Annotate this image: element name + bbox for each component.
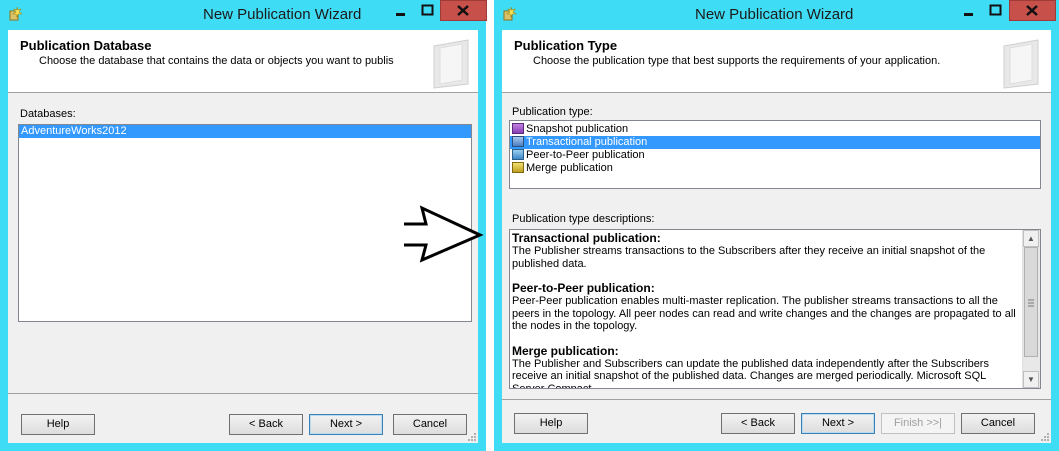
maximize-button[interactable]	[414, 0, 441, 21]
transactional-publication-icon	[512, 136, 524, 147]
cancel-button[interactable]: Cancel	[961, 413, 1035, 434]
maximize-button[interactable]	[982, 0, 1009, 21]
maximize-icon	[421, 4, 434, 16]
back-button[interactable]: < Back	[721, 413, 795, 434]
resize-grip-icon[interactable]	[1040, 432, 1049, 441]
wizard-banner-icon	[1003, 39, 1039, 89]
close-button[interactable]	[440, 0, 487, 21]
wizard-app-icon	[9, 6, 23, 21]
publication-type-list[interactable]: Snapshot publication Transactional publi…	[509, 120, 1041, 189]
descriptions-text: Transactional publication: The Publisher…	[512, 232, 1020, 389]
scroll-thumb[interactable]	[1024, 247, 1038, 357]
title-bar[interactable]: New Publication Wizard	[0, 0, 487, 30]
scroll-down-button[interactable]: ▼	[1023, 371, 1039, 388]
footer-divider	[502, 399, 1051, 400]
close-button[interactable]	[1009, 0, 1056, 21]
page-title: Publication Database	[20, 38, 152, 53]
title-bar[interactable]: New Publication Wizard	[494, 0, 1059, 30]
minimize-icon	[396, 13, 405, 16]
publication-type-item-snapshot[interactable]: Snapshot publication	[510, 123, 1040, 136]
window-title: New Publication Wizard	[203, 6, 362, 23]
publication-type-descriptions[interactable]: Transactional publication: The Publisher…	[509, 229, 1041, 389]
peer-to-peer-publication-icon	[512, 149, 524, 160]
wizard-header: Publication Type Choose the publication …	[502, 30, 1051, 93]
minimize-icon	[964, 13, 973, 16]
description-transactional: Transactional publication: The Publisher…	[512, 231, 986, 270]
help-button[interactable]: Help	[514, 413, 588, 434]
arrow-right-icon	[404, 205, 484, 263]
maximize-icon	[989, 4, 1002, 16]
next-button[interactable]: Next >	[309, 414, 383, 435]
wizard-banner-icon	[433, 39, 469, 89]
publication-type-item-merge[interactable]: Merge publication	[510, 162, 1040, 175]
wizard-header: Publication Database Choose the database…	[8, 30, 478, 93]
descriptions-scrollbar[interactable]: ▲ ▼	[1022, 230, 1040, 388]
scroll-up-button[interactable]: ▲	[1023, 230, 1039, 247]
page-description: Choose the publication type that best su…	[533, 55, 941, 67]
close-icon	[1026, 5, 1038, 16]
minimize-button[interactable]	[387, 0, 414, 21]
publication-type-item-peer-to-peer[interactable]: Peer-to-Peer publication	[510, 149, 1040, 162]
wizard-client-area: Publication Type Choose the publication …	[502, 30, 1051, 443]
page-description: Choose the database that contains the da…	[39, 55, 394, 67]
resize-grip-icon[interactable]	[467, 432, 476, 441]
description-peer-to-peer: Peer-to-Peer publication: Peer-Peer publ…	[512, 281, 1016, 333]
merge-publication-icon	[512, 162, 524, 173]
grip-lines-icon	[1028, 299, 1034, 307]
database-item[interactable]: AdventureWorks2012	[19, 125, 471, 138]
next-button[interactable]: Next >	[801, 413, 875, 434]
wizard-app-icon	[503, 6, 517, 21]
publication-type-label: Publication type:	[512, 106, 593, 118]
snapshot-publication-icon	[512, 123, 524, 134]
page-title: Publication Type	[514, 38, 618, 53]
minimize-button[interactable]	[955, 0, 982, 21]
description-merge: Merge publication: The Publisher and Sub…	[512, 343, 989, 389]
publication-type-item-transactional[interactable]: Transactional publication	[510, 136, 1040, 149]
close-icon	[457, 5, 469, 16]
cancel-button[interactable]: Cancel	[393, 414, 467, 435]
finish-button[interactable]: Finish >>|	[881, 413, 955, 434]
descriptions-label: Publication type descriptions:	[512, 213, 655, 225]
wizard-window-publication-type: New Publication Wizard Publication Type …	[494, 0, 1059, 451]
window-title: New Publication Wizard	[695, 6, 854, 23]
footer-divider	[8, 393, 478, 394]
help-button[interactable]: Help	[21, 414, 95, 435]
databases-label: Databases:	[20, 108, 76, 120]
back-button[interactable]: < Back	[229, 414, 303, 435]
